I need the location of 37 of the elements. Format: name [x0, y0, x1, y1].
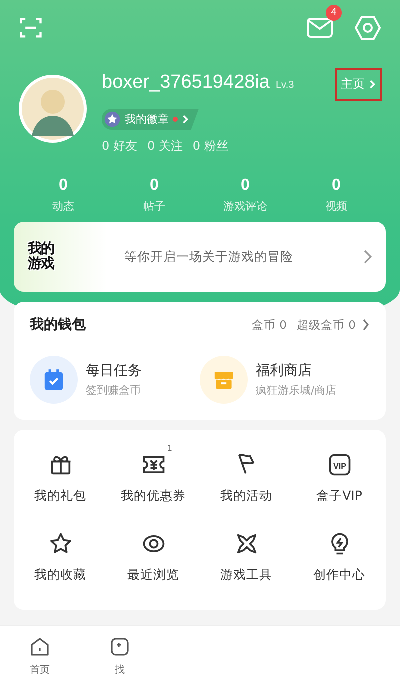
chevron-right-icon: [182, 114, 189, 125]
count-label: 1: [167, 444, 172, 453]
home-icon[interactable]: [28, 635, 52, 659]
wallet-item-title[interactable]: 每日任务: [86, 362, 142, 380]
shortcut-label[interactable]: 我的礼包: [34, 488, 86, 505]
wallet-item-title[interactable]: 福利商店: [256, 362, 337, 380]
shortcut-label[interactable]: 创作中心: [314, 567, 366, 584]
chevron-right-icon: [362, 319, 370, 331]
avatar[interactable]: [18, 74, 88, 144]
games-logo: 我的 游戏: [28, 242, 54, 272]
chevron-right-icon: [369, 79, 376, 90]
shortcut-label[interactable]: 我的优惠券: [121, 488, 186, 505]
star-badge-icon: [104, 111, 121, 128]
shortcut-label[interactable]: 盒子VIP: [316, 488, 362, 505]
chevron-right-icon: [364, 250, 372, 264]
username: boxer_376519428ia: [102, 72, 270, 94]
shortcut-label[interactable]: 我的活动: [220, 488, 272, 505]
banner-text: 等你开启一场关于游戏的冒险: [124, 248, 294, 266]
level-label: Lv.3: [276, 80, 294, 91]
shortcut-label[interactable]: 游戏工具: [220, 567, 272, 584]
badge-label: 我的徽章: [125, 112, 169, 127]
tab-label[interactable]: 找: [115, 663, 125, 677]
stat-label: 动态: [52, 199, 74, 214]
stat-label: 帖子: [144, 199, 166, 214]
stat-label: 游戏评论: [224, 199, 268, 214]
wallet-item-subtitle: 疯狂游乐城/商店: [256, 383, 337, 398]
games-banner[interactable]: 我的 游戏 等你开启一场关于游戏的冒险: [14, 222, 386, 292]
tab-label[interactable]: 首页: [30, 663, 50, 677]
coin-balance[interactable]: 盒币 0: [252, 318, 288, 332]
wallet-item-subtitle: 签到赚盒币: [86, 383, 142, 398]
coin-balance[interactable]: 超级盒币 0: [297, 318, 356, 332]
shortcut-label[interactable]: 最近浏览: [128, 567, 180, 584]
notification-badge: 4: [326, 5, 342, 21]
stat-label: 视频: [326, 199, 348, 214]
game-icon[interactable]: [108, 635, 132, 659]
shortcut-label[interactable]: 我的收藏: [34, 567, 86, 584]
wallet-title: 我的钱包: [30, 316, 86, 334]
